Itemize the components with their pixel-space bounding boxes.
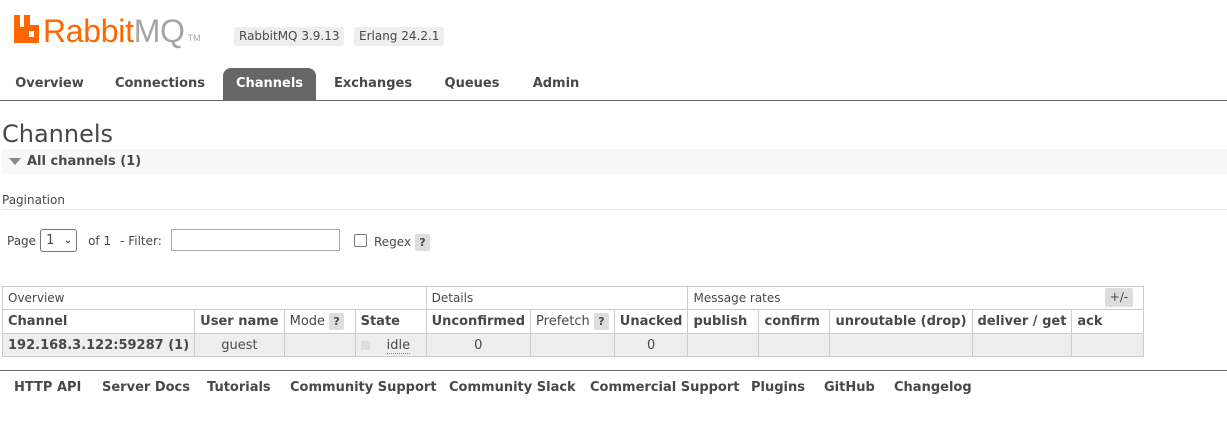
col-header-mode-label: Mode: [289, 314, 326, 329]
col-header-deliver-get[interactable]: deliver / get: [971, 309, 1073, 334]
cell-prefetch: [530, 333, 615, 357]
mode-help-button[interactable]: ?: [329, 313, 345, 330]
collapse-triangle-icon: [9, 158, 21, 165]
cell-channel[interactable]: 192.168.3.122:59287 (1): [1, 333, 196, 357]
cell-unconfirmed: 0: [425, 333, 532, 357]
rabbitmq-version-badge: RabbitMQ 3.9.13: [234, 27, 345, 46]
col-header-prefetch: Prefetch?: [530, 309, 615, 334]
rabbitmq-logo-icon: [14, 15, 39, 43]
tab-overview[interactable]: Overview: [4, 68, 95, 100]
tab-connections[interactable]: Connections: [106, 68, 214, 100]
cell-unacked: 0: [613, 333, 689, 357]
cell-deliver-get: [971, 333, 1073, 357]
group-header-details: Details: [425, 286, 689, 310]
logo-trademark: TM: [187, 33, 201, 43]
state-indicator-icon: [360, 340, 370, 350]
cell-publish: [687, 333, 760, 357]
main-nav-tabs: Overview Connections Channels Exchanges …: [0, 68, 1227, 101]
state-text: idle: [386, 337, 411, 354]
columns-toggle-button[interactable]: +/-: [1105, 288, 1133, 307]
logo-text-rabbit: Rabbit: [43, 13, 134, 49]
tab-admin[interactable]: Admin: [522, 68, 590, 100]
footer-link-server-docs[interactable]: Server Docs: [102, 380, 190, 395]
cell-state: idle: [354, 333, 427, 357]
col-header-publish[interactable]: publish: [687, 309, 760, 334]
cell-ack: [1071, 333, 1145, 357]
col-header-confirm[interactable]: confirm: [758, 309, 831, 334]
col-header-prefetch-label: Prefetch: [536, 314, 590, 329]
pagination-label: Pagination: [2, 193, 65, 207]
cell-mode: [283, 333, 356, 357]
cell-confirm: [758, 333, 831, 357]
footer-link-changelog[interactable]: Changelog: [894, 380, 972, 395]
page-title: Channels: [2, 120, 114, 148]
pagination-row: Page 1 ⌄ of 1 - Filter:: [7, 229, 162, 252]
pagination-divider: [2, 209, 1227, 210]
section-header-label: All channels (1): [27, 154, 142, 169]
page-select-value: 1: [46, 233, 55, 248]
tab-channels[interactable]: Channels: [223, 68, 316, 100]
group-header-message-rates: Message rates: [687, 286, 1145, 310]
filter-label: - Filter:: [120, 233, 162, 248]
group-header-overview: Overview: [2, 286, 427, 310]
footer-link-commercial-support[interactable]: Commercial Support: [590, 380, 740, 395]
regex-label: Regex: [374, 235, 412, 249]
cell-unroutable: [829, 333, 973, 357]
footer: HTTP API Server Docs Tutorials Community…: [0, 370, 1227, 404]
page-select[interactable]: 1 ⌄: [40, 229, 78, 252]
tab-queues[interactable]: Queues: [434, 68, 510, 100]
footer-link-community-support[interactable]: Community Support: [290, 380, 437, 395]
table-row: 192.168.3.122:59287 (1) guest idle 0 0: [1, 333, 1145, 357]
footer-link-github[interactable]: GitHub: [824, 380, 875, 395]
col-header-unacked[interactable]: Unacked: [613, 309, 689, 334]
chevron-down-icon: ⌄: [63, 235, 73, 246]
rabbitmq-logo[interactable]: Rabbit MQ TM: [13, 11, 201, 47]
col-header-mode: Mode?: [283, 309, 356, 334]
regex-help-button[interactable]: ?: [415, 234, 430, 251]
col-header-user-name[interactable]: User name: [194, 309, 285, 334]
regex-checkbox[interactable]: [354, 234, 367, 247]
footer-link-plugins[interactable]: Plugins: [751, 380, 805, 395]
footer-link-tutorials[interactable]: Tutorials: [207, 380, 271, 395]
erlang-version-badge: Erlang 24.2.1: [354, 27, 445, 46]
footer-link-http-api[interactable]: HTTP API: [14, 380, 81, 395]
logo-text-mq: MQ: [133, 13, 185, 49]
page-of-text: of 1: [88, 233, 112, 248]
tab-exchanges[interactable]: Exchanges: [326, 68, 420, 100]
footer-link-community-slack[interactable]: Community Slack: [449, 380, 576, 395]
prefetch-help-button[interactable]: ?: [593, 313, 609, 330]
col-header-unroutable[interactable]: unroutable (drop): [829, 309, 973, 334]
col-header-ack[interactable]: ack: [1071, 309, 1145, 334]
all-channels-section-toggle[interactable]: All channels (1): [2, 149, 1227, 174]
cell-user-name: guest: [194, 333, 285, 357]
col-header-unconfirmed[interactable]: Unconfirmed: [425, 309, 532, 334]
col-header-state[interactable]: State: [354, 309, 427, 334]
col-header-channel[interactable]: Channel: [1, 309, 196, 334]
filter-input[interactable]: [171, 229, 340, 251]
page-label: Page: [7, 233, 37, 248]
channels-table: Overview Details Message rates Channel U…: [1, 286, 1145, 357]
